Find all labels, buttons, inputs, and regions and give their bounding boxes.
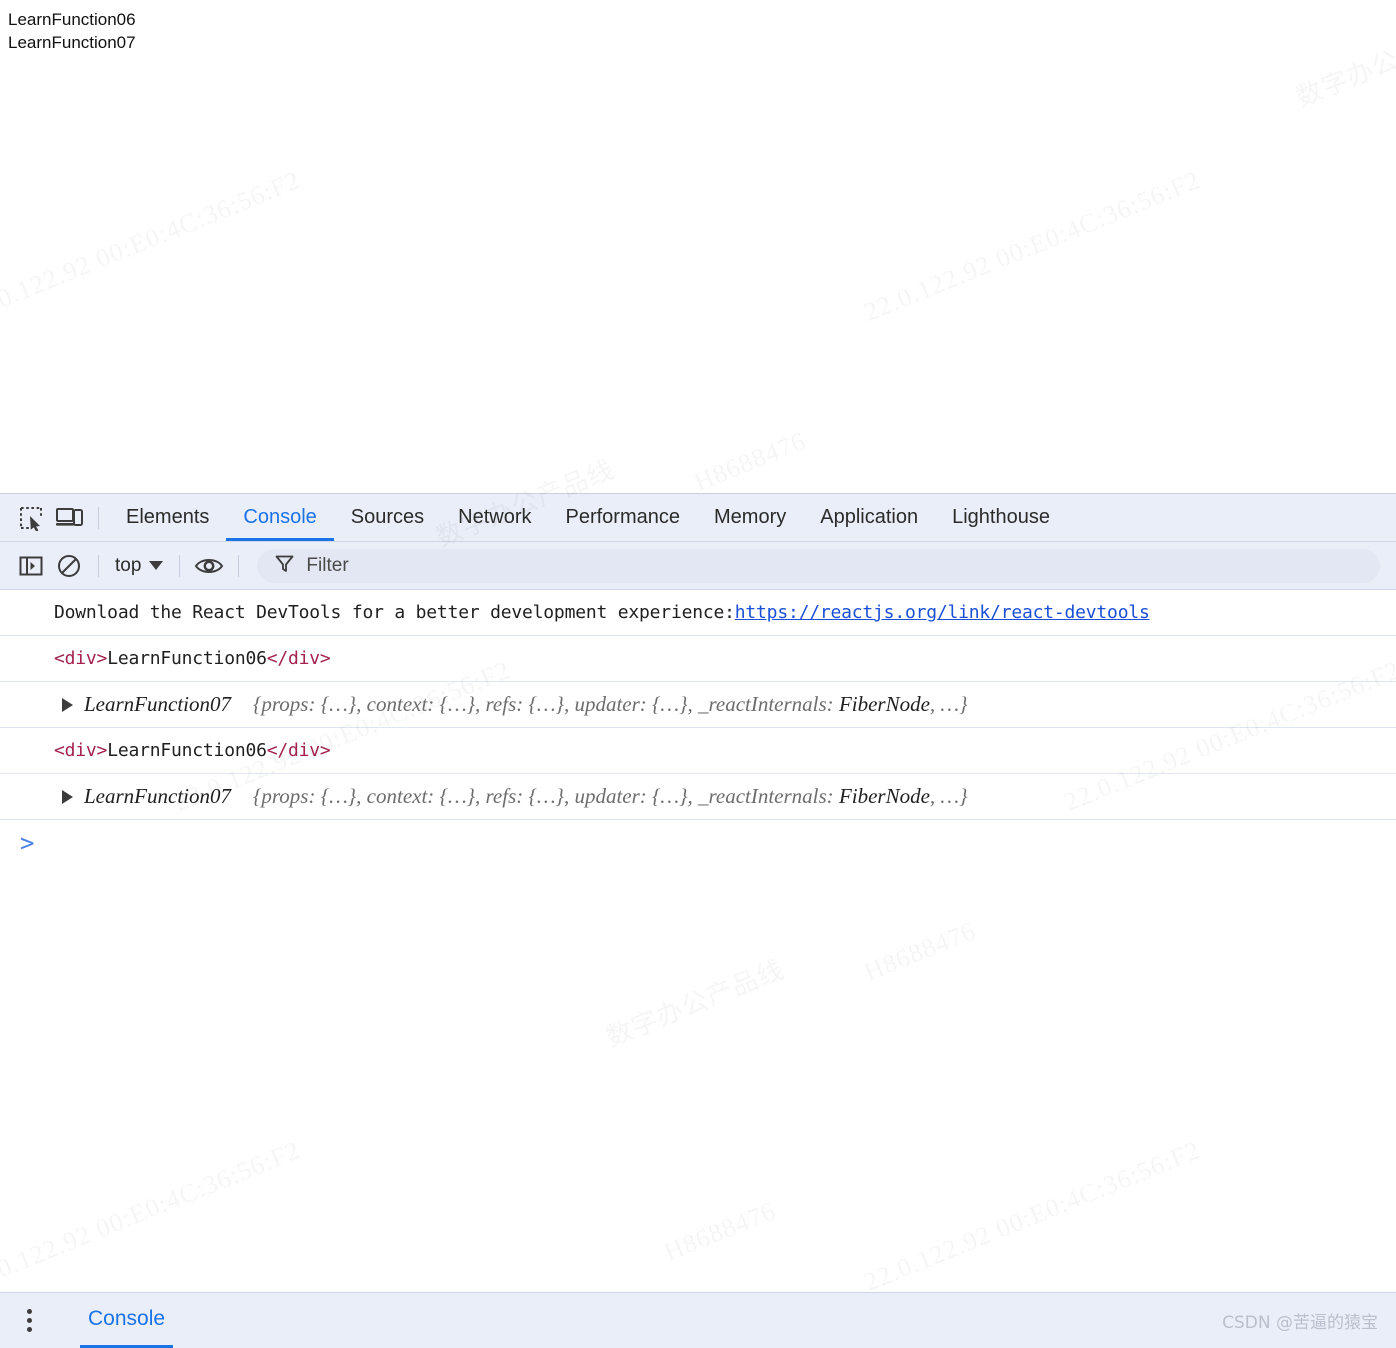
console-message-object[interactable]: LearnFunction07 {props: {…}, context: {…… <box>0 682 1396 728</box>
device-toolbar-icon[interactable] <box>50 499 88 537</box>
object-preview: {props: {…}, context: {…}, refs: {…}, up… <box>253 692 968 717</box>
object-preview-fibernode: FiberNode <box>838 692 930 716</box>
clear-console-icon[interactable] <box>50 547 88 585</box>
filter-funnel-icon <box>275 554 294 578</box>
toolbar-divider <box>98 506 99 529</box>
prompt-arrow-icon: > <box>20 829 35 857</box>
tab-lighthouse[interactable]: Lighthouse <box>935 494 1067 541</box>
html-text-content: LearnFunction06 <box>107 740 267 761</box>
object-preview-fibernode: FiberNode <box>838 784 930 808</box>
more-options-icon[interactable] <box>14 1301 44 1341</box>
devtools-drawer-bar: Console CSDN @苦逼的猿宝 <box>0 1292 1396 1348</box>
html-open-tag: <div> <box>54 740 108 761</box>
page-text-line: LearnFunction06 <box>8 10 136 29</box>
live-expression-eye-icon[interactable] <box>190 547 228 585</box>
tab-application[interactable]: Application <box>803 494 935 541</box>
tab-memory[interactable]: Memory <box>697 494 803 541</box>
screenshot-root: LearnFunction06 LearnFunction07 22.0.122… <box>0 0 1396 1348</box>
tab-console[interactable]: Console <box>226 494 334 541</box>
expand-triangle-icon[interactable] <box>62 697 73 712</box>
object-constructor-name: LearnFunction07 <box>84 692 231 716</box>
object-constructor-name: LearnFunction07 <box>84 784 231 808</box>
console-sidebar-icon[interactable] <box>12 547 50 585</box>
console-prompt[interactable]: > <box>0 820 1396 866</box>
object-preview-tail: , …} <box>929 784 968 808</box>
web-page-viewport: LearnFunction06 LearnFunction07 <box>0 0 1396 493</box>
filter-input[interactable]: Filter <box>257 548 1380 583</box>
page-text-line: LearnFunction07 <box>8 33 136 52</box>
tab-performance[interactable]: Performance <box>549 494 698 541</box>
object-preview-head: {props: {…}, context: {…}, refs: {…}, up… <box>253 692 839 716</box>
tab-sources[interactable]: Sources <box>334 494 441 541</box>
drawer-tab-console[interactable]: Console <box>80 1293 174 1348</box>
console-message-html[interactable]: <div> LearnFunction06 </div> <box>0 728 1396 774</box>
tab-network[interactable]: Network <box>441 494 548 541</box>
devtools-tab-bar: Elements Console Sources Network Perform… <box>0 494 1396 542</box>
tab-elements[interactable]: Elements <box>109 494 226 541</box>
expand-triangle-icon[interactable] <box>62 789 73 804</box>
react-devtools-link[interactable]: https://reactjs.org/link/react-devtools <box>735 602 1150 623</box>
console-message-text: Download the React DevTools for a better… <box>54 602 735 623</box>
console-toolbar: top Filter <box>0 542 1396 590</box>
toolbar-divider <box>238 554 240 577</box>
html-close-tag: </div> <box>266 648 331 669</box>
html-open-tag: <div> <box>54 648 108 669</box>
console-message-object[interactable]: LearnFunction07 {props: {…}, context: {…… <box>0 774 1396 820</box>
object-preview: {props: {…}, context: {…}, refs: {…}, up… <box>253 784 968 809</box>
html-close-tag: </div> <box>266 740 331 761</box>
csdn-watermark: CSDN @苦逼的猿宝 <box>1222 1313 1378 1333</box>
toolbar-divider <box>98 554 99 577</box>
console-message-info[interactable]: Download the React DevTools for a better… <box>0 590 1396 636</box>
filter-placeholder: Filter <box>306 554 349 576</box>
toolbar-divider <box>179 554 181 577</box>
devtools-panel: Elements Console Sources Network Perform… <box>0 493 1396 1348</box>
console-message-html[interactable]: <div> LearnFunction06 </div> <box>0 636 1396 682</box>
context-selector-label: top <box>115 554 142 576</box>
html-text-content: LearnFunction06 <box>107 648 267 669</box>
console-message-list[interactable]: Download the React DevTools for a better… <box>0 590 1396 1347</box>
context-selector[interactable]: top <box>109 549 169 583</box>
chevron-down-icon <box>149 561 164 570</box>
inspect-element-icon[interactable] <box>12 499 50 537</box>
object-preview-tail: , …} <box>929 692 968 716</box>
object-preview-head: {props: {…}, context: {…}, refs: {…}, up… <box>253 784 839 808</box>
